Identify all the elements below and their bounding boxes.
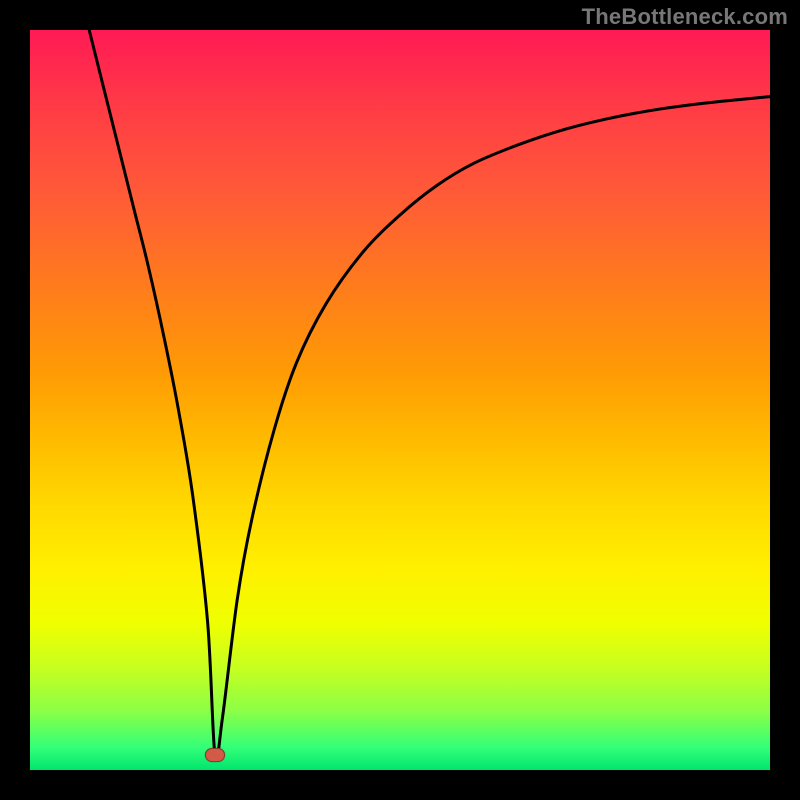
bottleneck-curve: [30, 30, 770, 770]
chart-frame: TheBottleneck.com: [0, 0, 800, 800]
plot-area: [30, 30, 770, 770]
minimum-marker: [205, 748, 225, 762]
watermark-text: TheBottleneck.com: [582, 4, 788, 30]
